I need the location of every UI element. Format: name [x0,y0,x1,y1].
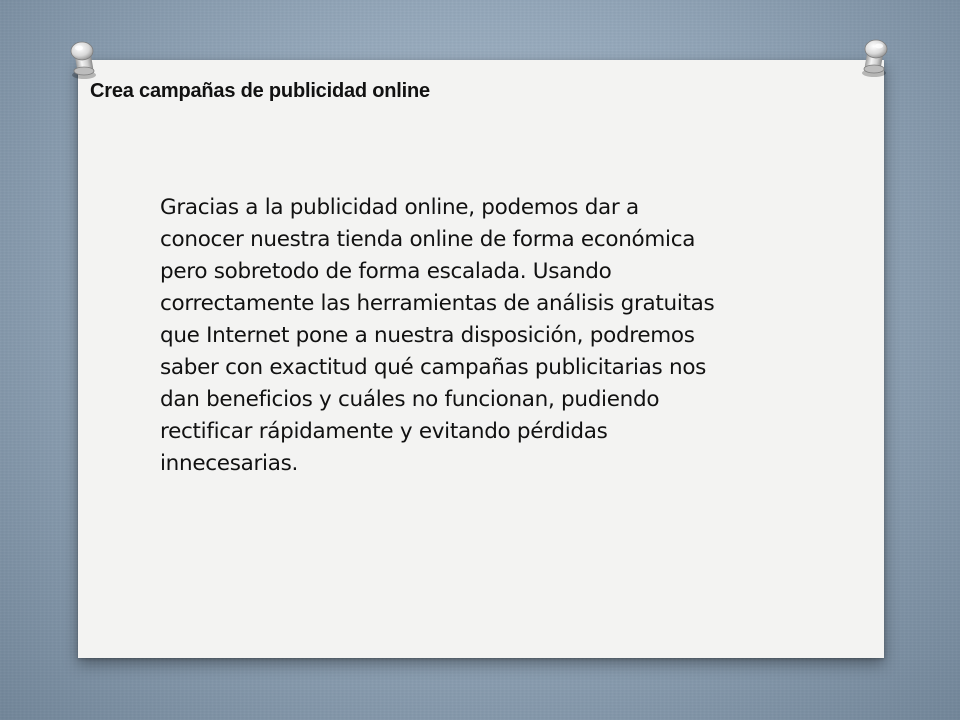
slide-title: Crea campañas de publicidad online [90,80,430,102]
slide-body-text: Gracias a la publicidad online, podemos … [160,195,715,476]
pushpin-left-icon [66,40,100,80]
pushpin-right-icon [858,38,892,78]
paper-card: Crea campañas de publicidad online Graci… [78,60,884,658]
